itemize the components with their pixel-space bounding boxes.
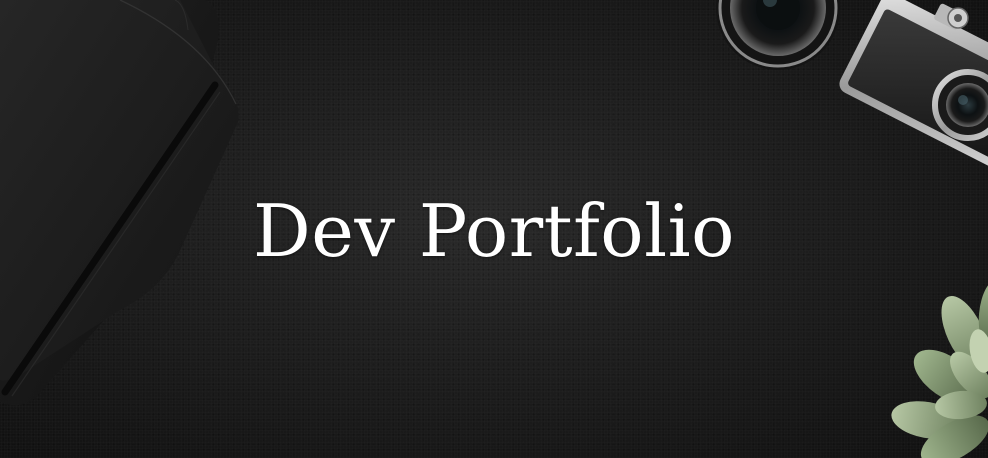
hero-banner: Dev Portfolio — [0, 0, 988, 458]
hero-title: Dev Portfolio — [252, 189, 736, 273]
